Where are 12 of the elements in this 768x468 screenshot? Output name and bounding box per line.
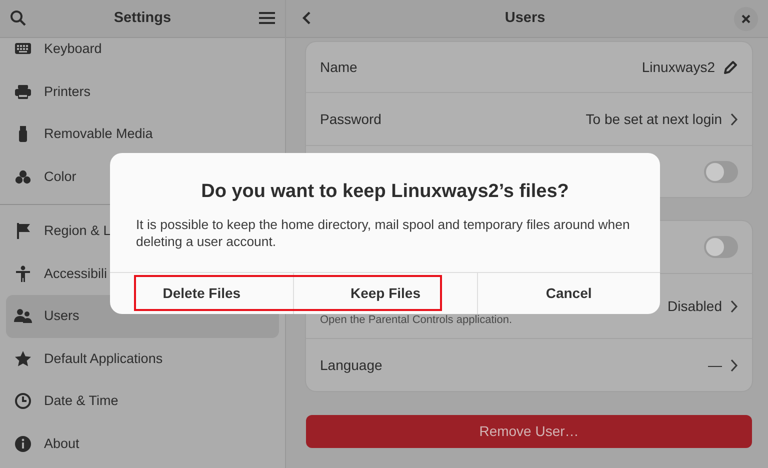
dialog-message: It is possible to keep the home directory, mail spool and temporary files around when deleting a user account.	[135, 216, 631, 252]
sidebar-title: Settings	[114, 8, 172, 28]
row-value: To be set at next login	[586, 110, 722, 129]
row-value: —	[708, 356, 722, 374]
page-title: Users	[504, 8, 546, 28]
row-subtitle: Open the Parental Controls application.	[320, 312, 512, 328]
row-label: Name	[320, 58, 358, 76]
row-label: Language	[320, 356, 382, 375]
row-label: Password	[320, 110, 382, 128]
row-value: Linuxways2	[642, 58, 715, 77]
dialog-title: Do you want to keep Linuxways2’s files?	[200, 180, 570, 204]
row-value: Disabled	[668, 296, 722, 316]
